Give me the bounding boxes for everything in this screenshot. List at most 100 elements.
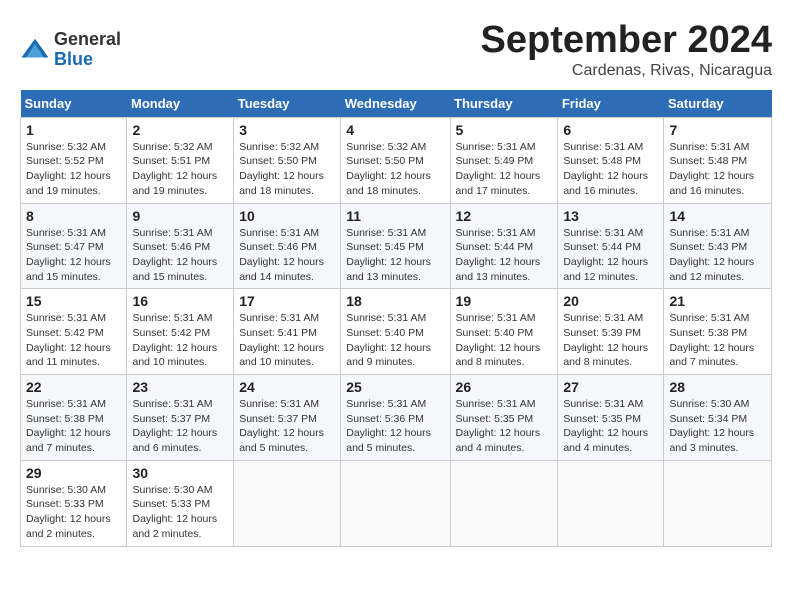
day-info: Sunrise: 5:31 AM Sunset: 5:48 PM Dayligh… (563, 140, 658, 199)
logo-text: General Blue (54, 30, 121, 70)
day-info: Sunrise: 5:31 AM Sunset: 5:40 PM Dayligh… (456, 311, 553, 370)
calendar-cell (341, 460, 450, 546)
day-number: 1 (26, 122, 121, 138)
day-number: 6 (563, 122, 658, 138)
calendar-cell: 21 Sunrise: 5:31 AM Sunset: 5:38 PM Dayl… (664, 289, 772, 375)
calendar-cell: 9 Sunrise: 5:31 AM Sunset: 5:46 PM Dayli… (127, 203, 234, 289)
day-number: 24 (239, 379, 335, 395)
day-info: Sunrise: 5:31 AM Sunset: 5:39 PM Dayligh… (563, 311, 658, 370)
day-info: Sunrise: 5:30 AM Sunset: 5:34 PM Dayligh… (669, 397, 766, 456)
day-number: 14 (669, 208, 766, 224)
day-number: 22 (26, 379, 121, 395)
day-info: Sunrise: 5:30 AM Sunset: 5:33 PM Dayligh… (26, 483, 121, 542)
logo-line1: General (54, 30, 121, 50)
day-number: 3 (239, 122, 335, 138)
calendar-cell: 23 Sunrise: 5:31 AM Sunset: 5:37 PM Dayl… (127, 375, 234, 461)
day-number: 16 (132, 293, 228, 309)
logo-line2: Blue (54, 50, 121, 70)
day-number: 12 (456, 208, 553, 224)
day-info: Sunrise: 5:31 AM Sunset: 5:48 PM Dayligh… (669, 140, 766, 199)
calendar-cell: 4 Sunrise: 5:32 AM Sunset: 5:50 PM Dayli… (341, 117, 450, 203)
day-info: Sunrise: 5:31 AM Sunset: 5:42 PM Dayligh… (26, 311, 121, 370)
day-info: Sunrise: 5:31 AM Sunset: 5:44 PM Dayligh… (563, 226, 658, 285)
day-number: 21 (669, 293, 766, 309)
calendar-cell: 1 Sunrise: 5:32 AM Sunset: 5:52 PM Dayli… (21, 117, 127, 203)
day-number: 4 (346, 122, 444, 138)
calendar-cell: 19 Sunrise: 5:31 AM Sunset: 5:40 PM Dayl… (450, 289, 558, 375)
day-number: 10 (239, 208, 335, 224)
calendar-cell: 16 Sunrise: 5:31 AM Sunset: 5:42 PM Dayl… (127, 289, 234, 375)
day-info: Sunrise: 5:31 AM Sunset: 5:41 PM Dayligh… (239, 311, 335, 370)
calendar-cell (234, 460, 341, 546)
calendar-week-row: 1 Sunrise: 5:32 AM Sunset: 5:52 PM Dayli… (21, 117, 772, 203)
day-number: 2 (132, 122, 228, 138)
logo-icon (20, 35, 50, 65)
location: Cardenas, Rivas, Nicaragua (481, 62, 773, 80)
calendar-cell: 7 Sunrise: 5:31 AM Sunset: 5:48 PM Dayli… (664, 117, 772, 203)
day-info: Sunrise: 5:32 AM Sunset: 5:50 PM Dayligh… (239, 140, 335, 199)
col-header-saturday: Saturday (664, 90, 772, 118)
day-number: 27 (563, 379, 658, 395)
col-header-thursday: Thursday (450, 90, 558, 118)
day-info: Sunrise: 5:31 AM Sunset: 5:42 PM Dayligh… (132, 311, 228, 370)
calendar-cell: 11 Sunrise: 5:31 AM Sunset: 5:45 PM Dayl… (341, 203, 450, 289)
page-header: General Blue September 2024 Cardenas, Ri… (20, 20, 772, 80)
calendar-cell: 14 Sunrise: 5:31 AM Sunset: 5:43 PM Dayl… (664, 203, 772, 289)
col-header-monday: Monday (127, 90, 234, 118)
calendar-cell: 17 Sunrise: 5:31 AM Sunset: 5:41 PM Dayl… (234, 289, 341, 375)
calendar-cell: 27 Sunrise: 5:31 AM Sunset: 5:35 PM Dayl… (558, 375, 664, 461)
calendar-cell: 3 Sunrise: 5:32 AM Sunset: 5:50 PM Dayli… (234, 117, 341, 203)
calendar-cell (664, 460, 772, 546)
calendar-cell: 6 Sunrise: 5:31 AM Sunset: 5:48 PM Dayli… (558, 117, 664, 203)
calendar-table: SundayMondayTuesdayWednesdayThursdayFrid… (20, 90, 772, 547)
day-number: 26 (456, 379, 553, 395)
day-info: Sunrise: 5:31 AM Sunset: 5:35 PM Dayligh… (563, 397, 658, 456)
calendar-cell (558, 460, 664, 546)
calendar-cell: 26 Sunrise: 5:31 AM Sunset: 5:35 PM Dayl… (450, 375, 558, 461)
calendar-week-row: 29 Sunrise: 5:30 AM Sunset: 5:33 PM Dayl… (21, 460, 772, 546)
day-number: 9 (132, 208, 228, 224)
day-info: Sunrise: 5:32 AM Sunset: 5:52 PM Dayligh… (26, 140, 121, 199)
day-info: Sunrise: 5:31 AM Sunset: 5:40 PM Dayligh… (346, 311, 444, 370)
day-info: Sunrise: 5:31 AM Sunset: 5:38 PM Dayligh… (669, 311, 766, 370)
calendar-cell: 10 Sunrise: 5:31 AM Sunset: 5:46 PM Dayl… (234, 203, 341, 289)
col-header-friday: Friday (558, 90, 664, 118)
day-info: Sunrise: 5:31 AM Sunset: 5:37 PM Dayligh… (132, 397, 228, 456)
col-header-tuesday: Tuesday (234, 90, 341, 118)
day-number: 29 (26, 465, 121, 481)
day-info: Sunrise: 5:31 AM Sunset: 5:35 PM Dayligh… (456, 397, 553, 456)
day-number: 23 (132, 379, 228, 395)
day-number: 7 (669, 122, 766, 138)
calendar-week-row: 8 Sunrise: 5:31 AM Sunset: 5:47 PM Dayli… (21, 203, 772, 289)
day-number: 17 (239, 293, 335, 309)
day-info: Sunrise: 5:31 AM Sunset: 5:49 PM Dayligh… (456, 140, 553, 199)
calendar-cell (450, 460, 558, 546)
calendar-cell: 2 Sunrise: 5:32 AM Sunset: 5:51 PM Dayli… (127, 117, 234, 203)
col-header-wednesday: Wednesday (341, 90, 450, 118)
day-number: 18 (346, 293, 444, 309)
calendar-cell: 18 Sunrise: 5:31 AM Sunset: 5:40 PM Dayl… (341, 289, 450, 375)
day-info: Sunrise: 5:31 AM Sunset: 5:38 PM Dayligh… (26, 397, 121, 456)
calendar-cell: 15 Sunrise: 5:31 AM Sunset: 5:42 PM Dayl… (21, 289, 127, 375)
day-info: Sunrise: 5:31 AM Sunset: 5:36 PM Dayligh… (346, 397, 444, 456)
day-info: Sunrise: 5:31 AM Sunset: 5:37 PM Dayligh… (239, 397, 335, 456)
day-number: 5 (456, 122, 553, 138)
calendar-cell: 5 Sunrise: 5:31 AM Sunset: 5:49 PM Dayli… (450, 117, 558, 203)
col-header-sunday: Sunday (21, 90, 127, 118)
day-number: 30 (132, 465, 228, 481)
logo: General Blue (20, 30, 121, 70)
day-info: Sunrise: 5:31 AM Sunset: 5:47 PM Dayligh… (26, 226, 121, 285)
day-number: 8 (26, 208, 121, 224)
day-info: Sunrise: 5:31 AM Sunset: 5:43 PM Dayligh… (669, 226, 766, 285)
day-number: 13 (563, 208, 658, 224)
calendar-cell: 22 Sunrise: 5:31 AM Sunset: 5:38 PM Dayl… (21, 375, 127, 461)
day-number: 28 (669, 379, 766, 395)
calendar-cell: 24 Sunrise: 5:31 AM Sunset: 5:37 PM Dayl… (234, 375, 341, 461)
calendar-cell: 8 Sunrise: 5:31 AM Sunset: 5:47 PM Dayli… (21, 203, 127, 289)
calendar-header-row: SundayMondayTuesdayWednesdayThursdayFrid… (21, 90, 772, 118)
day-number: 15 (26, 293, 121, 309)
calendar-cell: 29 Sunrise: 5:30 AM Sunset: 5:33 PM Dayl… (21, 460, 127, 546)
day-info: Sunrise: 5:31 AM Sunset: 5:44 PM Dayligh… (456, 226, 553, 285)
calendar-cell: 28 Sunrise: 5:30 AM Sunset: 5:34 PM Dayl… (664, 375, 772, 461)
calendar-cell: 20 Sunrise: 5:31 AM Sunset: 5:39 PM Dayl… (558, 289, 664, 375)
